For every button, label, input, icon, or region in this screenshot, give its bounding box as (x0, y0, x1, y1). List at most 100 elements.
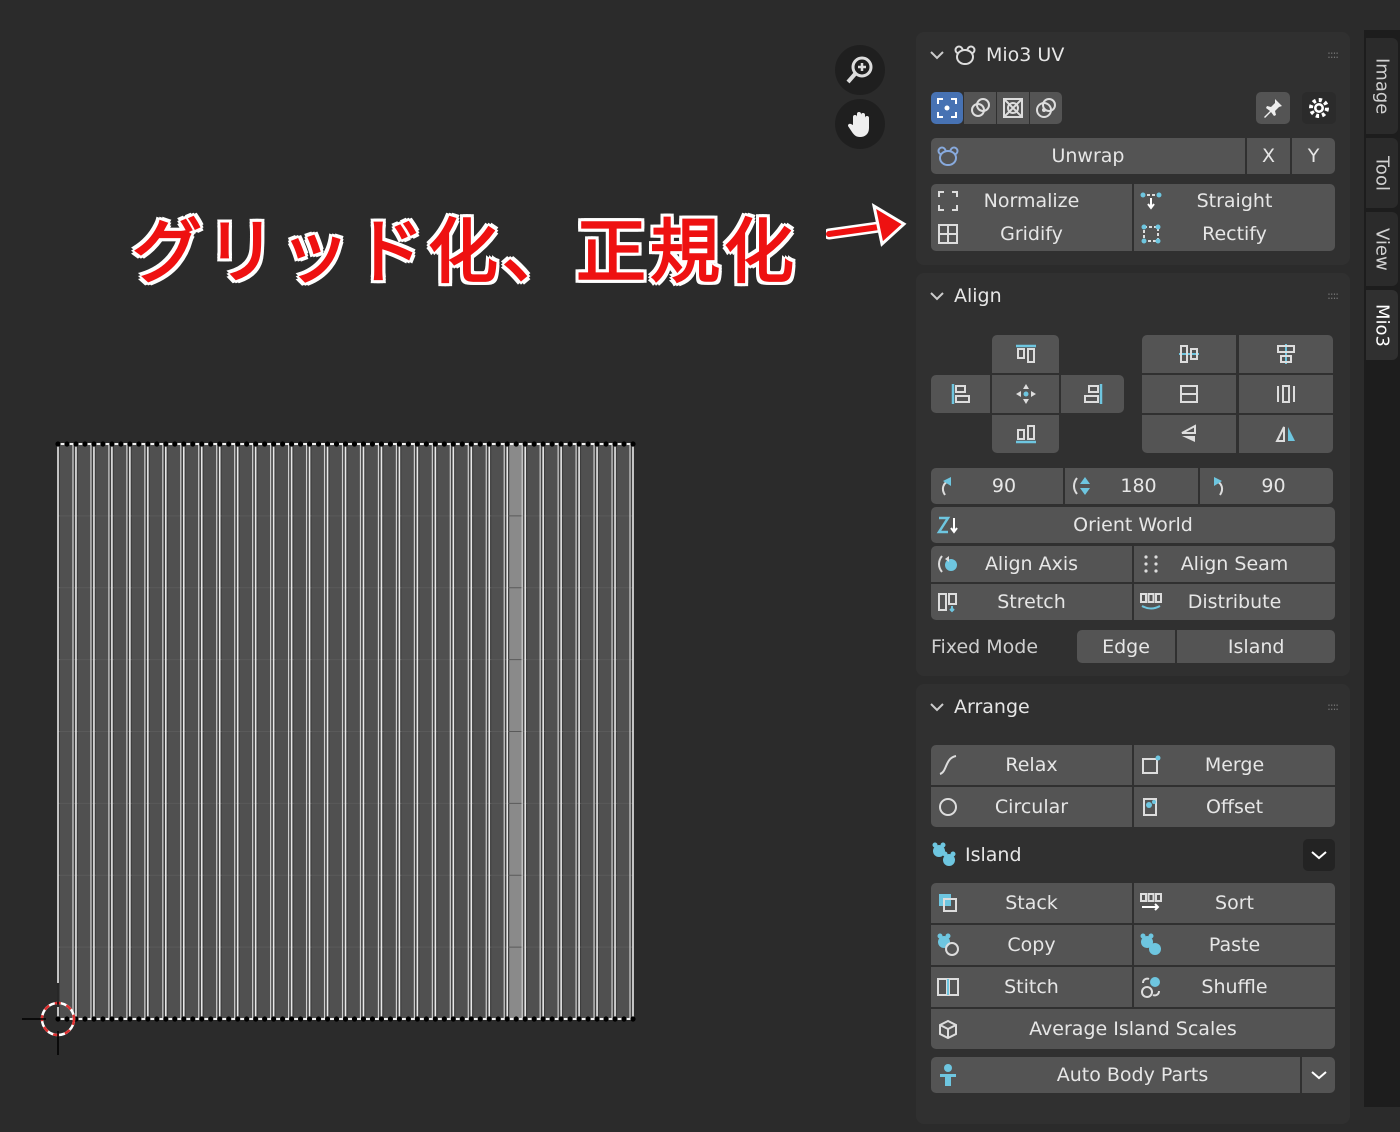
uv-vertex[interactable] (109, 441, 115, 447)
uv-vertex[interactable] (271, 1016, 277, 1022)
uv-vertex[interactable] (513, 1016, 519, 1022)
uv-vertex[interactable] (163, 1016, 169, 1022)
uv-vertex[interactable] (208, 1016, 214, 1022)
mio3-panel-header[interactable]: Mio3 UV :::: (916, 32, 1350, 78)
uv-vertex[interactable] (423, 441, 429, 447)
align-axis-button[interactable]: Align Axis (931, 546, 1132, 582)
uv-vertex[interactable] (405, 1016, 411, 1022)
uv-vertex[interactable] (540, 1016, 546, 1022)
copy-button[interactable]: Copy (931, 925, 1132, 965)
uv-vertex[interactable] (360, 441, 367, 447)
uv-vertex[interactable] (181, 441, 187, 447)
average-island-scales-button[interactable]: Average Island Scales (931, 1009, 1335, 1049)
uv-vertex[interactable] (540, 441, 546, 447)
uv-vertex[interactable] (163, 441, 169, 447)
uv-vertex[interactable] (109, 1016, 115, 1022)
uv-vertex[interactable] (100, 441, 106, 447)
uv-vertex[interactable] (504, 441, 510, 447)
uv-vertex[interactable] (477, 1016, 483, 1022)
arrange-panel-header[interactable]: Arrange :::: (916, 684, 1350, 730)
uv-vertex[interactable] (297, 441, 304, 447)
uv-vertex[interactable] (450, 441, 456, 447)
uv-vertex[interactable] (441, 1016, 447, 1022)
merge-button[interactable]: Merge (1134, 745, 1335, 785)
auto-body-parts-dropdown-icon[interactable] (1302, 1057, 1335, 1093)
stretch-button[interactable]: Stretch (931, 584, 1132, 620)
unwrap-button[interactable]: Unwrap (931, 138, 1245, 174)
uv-vertex[interactable] (136, 441, 142, 447)
tab-view[interactable]: View (1366, 212, 1398, 286)
straight-button[interactable]: Straight (1134, 184, 1335, 217)
align-right-icon[interactable] (1061, 375, 1124, 413)
uv-vertex[interactable] (324, 1016, 331, 1022)
uv-vertex[interactable] (495, 441, 501, 447)
rotate-left-90-field[interactable]: 90 (931, 468, 1063, 504)
uv-vertex[interactable] (630, 441, 636, 447)
uv-vertex[interactable] (190, 1016, 196, 1022)
uv-vertex[interactable] (145, 1016, 151, 1022)
align-horizontal-center-icon[interactable] (1239, 335, 1333, 373)
uv-vertex[interactable] (621, 441, 627, 447)
uv-vertex[interactable] (558, 441, 564, 447)
uv-vertex[interactable] (468, 441, 474, 447)
uv-vertex[interactable] (432, 441, 438, 447)
uv-vertex[interactable] (549, 1016, 555, 1022)
pin-icon[interactable] (1256, 92, 1290, 124)
uv-vertex[interactable] (513, 441, 519, 447)
uv-vertex[interactable] (522, 441, 528, 447)
uv-vertex[interactable] (145, 441, 151, 447)
stack-button[interactable]: Stack (931, 883, 1132, 923)
uv-vertex[interactable] (423, 1016, 429, 1022)
uv-vertex[interactable] (82, 441, 88, 447)
uv-vertex[interactable] (567, 441, 573, 447)
uv-vertex[interactable] (127, 1016, 133, 1022)
align-left-icon[interactable] (931, 375, 990, 413)
uv-vertex[interactable] (414, 441, 420, 447)
uv-vertex[interactable] (226, 441, 232, 447)
uv-vertex[interactable] (181, 1016, 187, 1022)
uv-vertex[interactable] (208, 441, 214, 447)
hand-pan-icon[interactable] (835, 99, 885, 149)
uv-vertex[interactable] (280, 1016, 286, 1022)
uv-vertex[interactable] (288, 441, 295, 447)
uv-vertex[interactable] (522, 1016, 528, 1022)
drag-grip-icon[interactable]: :::: (1327, 48, 1339, 61)
uv-vertex[interactable] (576, 441, 582, 447)
uv-vertex[interactable] (190, 441, 196, 447)
distribute-button[interactable]: Distribute (1134, 584, 1335, 620)
uv-vertex[interactable] (315, 441, 322, 447)
uv-vertex[interactable] (55, 441, 61, 447)
circular-button[interactable]: Circular (931, 787, 1132, 827)
gridify-button[interactable]: Gridify (931, 217, 1132, 251)
distribute-vertical-icon[interactable] (1142, 375, 1236, 413)
tab-image[interactable]: Image (1366, 38, 1398, 134)
uv-vertex[interactable] (603, 1016, 609, 1022)
drag-grip-icon[interactable]: :::: (1327, 289, 1339, 302)
uv-vertex[interactable] (91, 441, 97, 447)
uv-vertex[interactable] (64, 1016, 70, 1022)
mirror-vertical-icon[interactable] (1142, 415, 1236, 453)
shuffle-button[interactable]: Shuffle (1134, 967, 1335, 1007)
island-select-icon[interactable] (1030, 92, 1062, 124)
uv-vertex[interactable] (262, 441, 268, 447)
uv-vertex[interactable] (486, 441, 492, 447)
vertex-select-icon[interactable] (931, 92, 963, 124)
uv-vertex[interactable] (154, 1016, 160, 1022)
stitch-button[interactable]: Stitch (931, 967, 1132, 1007)
uv-vertex[interactable] (396, 441, 403, 447)
rotate-180-field[interactable]: 180 (1065, 468, 1198, 504)
uv-vertex[interactable] (82, 1016, 88, 1022)
tab-mio3[interactable]: Mio3 (1366, 290, 1398, 360)
uv-vertex[interactable] (55, 1016, 61, 1022)
uv-vertex[interactable] (459, 441, 465, 447)
edge-select-icon[interactable] (964, 92, 996, 124)
offset-button[interactable]: Offset (1134, 787, 1335, 827)
uv-vertex[interactable] (612, 1016, 618, 1022)
uv-vertex[interactable] (378, 441, 385, 447)
uv-vertex[interactable] (333, 1016, 340, 1022)
uv-vertex[interactable] (405, 441, 411, 447)
uv-vertex[interactable] (351, 1016, 358, 1022)
uv-vertex[interactable] (450, 1016, 456, 1022)
uv-vertex[interactable] (64, 441, 70, 447)
uv-vertex[interactable] (306, 1016, 313, 1022)
